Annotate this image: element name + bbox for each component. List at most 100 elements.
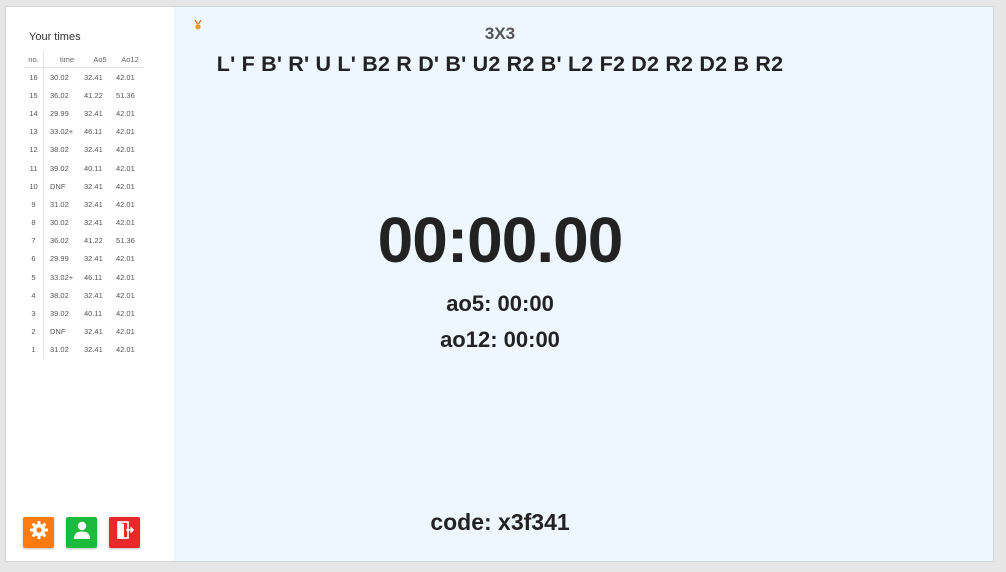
solve-number: 14 [24, 104, 44, 123]
solve-number: 3 [24, 304, 44, 323]
solve-time: 38.02 [50, 290, 69, 300]
table-row[interactable]: 4 38.02 32.41 42.01 [24, 286, 144, 305]
solve-time: 39.02 [50, 309, 69, 319]
ao5-average: ao5: 00:00 [446, 291, 554, 316]
table-row[interactable]: 3 39.02 40.11 42.01 [24, 304, 144, 323]
settings-button[interactable] [23, 517, 54, 548]
solve-number: 1 [24, 340, 44, 359]
sidebar: Your times no. time Ao5 Ao12 16 30.02 32.4… [6, 7, 174, 561]
solve-ao12: 42.01 [116, 199, 135, 209]
solve-number: 13 [24, 122, 44, 141]
table-row[interactable]: 7 36.02 41.22 51.36 [24, 231, 144, 250]
scramble-text: L' F B' R' U L' B2 R D' B' U2 R2 B' L2 F… [216, 52, 784, 76]
timer-panel[interactable]: 3X3 L' F B' R' U L' B2 R D' B' U2 R2 B' … [174, 7, 994, 561]
table-row[interactable]: 12 38.02 32.41 42.01 [24, 140, 144, 159]
solve-ao12: 42.01 [116, 290, 135, 300]
timer-display: 00:00.00 [377, 204, 624, 276]
solve-time: 31.02 [50, 199, 69, 209]
solve-time: 36.02 [50, 90, 69, 100]
solve-time: 29.99 [50, 108, 69, 118]
column-header-ao12: Ao12 [116, 51, 144, 68]
solve-ao5: 32.41 [84, 218, 103, 228]
solve-number: 9 [24, 195, 44, 214]
solve-ao12: 42.01 [116, 327, 135, 337]
logout-button[interactable] [109, 517, 140, 548]
solve-time: 36.02 [50, 236, 69, 246]
logout-icon [115, 520, 135, 545]
solve-ao12: 42.01 [116, 72, 135, 82]
solve-ao5: 46.11 [84, 272, 103, 282]
solve-ao5: 40.11 [84, 163, 103, 173]
solve-number: 4 [24, 286, 44, 305]
solve-time: 30.02 [50, 218, 69, 228]
solve-ao12: 42.01 [116, 145, 135, 155]
solve-ao5: 41.22 [84, 236, 103, 246]
table-row[interactable]: 14 29.99 32.41 42.01 [24, 104, 144, 123]
solve-time: DNF [50, 181, 66, 191]
session-code: code: x3f341 [430, 509, 570, 535]
solve-ao5: 32.41 [84, 108, 103, 118]
solve-time: DNF [50, 327, 66, 337]
solve-time: 33.02+ [50, 127, 74, 137]
table-row[interactable]: 6 29.99 32.41 42.01 [24, 249, 144, 269]
table-row[interactable]: 5 33.02+ 46.11 42.01 [24, 268, 144, 287]
solve-number: 10 [24, 177, 44, 196]
solve-time: 38.02 [50, 145, 69, 155]
solve-ao12: 42.01 [116, 108, 135, 118]
times-body: 16 30.02 32.41 42.01 15 36.02 41.22 51.36 14 29.9… [24, 67, 144, 359]
solve-ao12: 42.01 [116, 272, 135, 282]
solve-number: 5 [24, 268, 44, 287]
solve-ao5: 32.41 [84, 327, 103, 337]
solve-ao5: 46.11 [84, 127, 103, 137]
solve-number: 15 [24, 86, 44, 105]
user-icon [72, 520, 92, 545]
solve-ao12: 42.01 [116, 127, 135, 137]
solve-number: 6 [24, 249, 44, 269]
solve-number: 12 [24, 140, 44, 159]
solve-ao5: 32.41 [84, 72, 103, 82]
solve-number: 2 [24, 322, 44, 341]
table-row[interactable]: 15 36.02 41.22 51.36 [24, 86, 144, 105]
app-window: Your times no. time Ao5 Ao12 16 30.02 32.4… [5, 6, 994, 562]
table-row[interactable]: 16 30.02 32.41 42.01 [24, 67, 144, 87]
solve-ao12: 42.01 [116, 163, 135, 173]
solve-ao12: 42.01 [116, 218, 135, 228]
solve-number: 16 [24, 67, 44, 87]
table-row[interactable]: 2 DNF 32.41 42.01 [24, 322, 144, 341]
solve-ao5: 32.41 [84, 290, 103, 300]
puzzle-type: 3X3 [484, 24, 516, 43]
ao12-average: ao12: 00:00 [440, 327, 560, 352]
solve-time: 31.02 [50, 345, 69, 355]
solve-time: 39.02 [50, 163, 69, 173]
solve-ao12: 51.36 [116, 236, 135, 246]
table-row[interactable]: 10 DNF 32.41 42.01 [24, 177, 144, 196]
profile-button[interactable] [66, 517, 97, 548]
table-row[interactable]: 1 31.02 32.41 42.01 [24, 340, 144, 359]
solve-ao5: 32.41 [84, 181, 103, 191]
solve-ao5: 41.22 [84, 90, 103, 100]
times-table: no. time Ao5 Ao12 16 30.02 32.41 42.01 15 36.… [24, 51, 144, 359]
solve-ao5: 32.41 [84, 145, 103, 155]
solve-ao5: 32.41 [84, 199, 103, 209]
column-header-time: time [43, 51, 84, 68]
table-row[interactable]: 8 30.02 32.41 42.01 [24, 213, 144, 232]
solve-ao12: 51.36 [116, 90, 135, 100]
column-header-no: no. [24, 51, 44, 68]
column-header-ao5: Ao5 [84, 51, 116, 68]
gear-icon [29, 520, 49, 545]
table-row[interactable]: 9 31.02 32.41 42.01 [24, 195, 144, 214]
solve-ao5: 32.41 [84, 254, 103, 264]
times-title: Your times [29, 31, 81, 43]
solve-time: 30.02 [50, 72, 69, 82]
solve-number: 7 [24, 231, 44, 250]
solve-ao12: 42.01 [116, 309, 135, 319]
solve-ao12: 42.01 [116, 254, 135, 264]
solve-ao5: 40.11 [84, 309, 103, 319]
solve-ao12: 42.01 [116, 181, 135, 191]
solve-ao5: 32.41 [84, 345, 103, 355]
times-header-row: no. time Ao5 Ao12 [24, 51, 144, 68]
table-row[interactable]: 11 39.02 40.11 42.01 [24, 158, 144, 178]
solve-number: 8 [24, 213, 44, 232]
solve-time: 29.99 [50, 254, 69, 264]
table-row[interactable]: 13 33.02+ 46.11 42.01 [24, 122, 144, 141]
